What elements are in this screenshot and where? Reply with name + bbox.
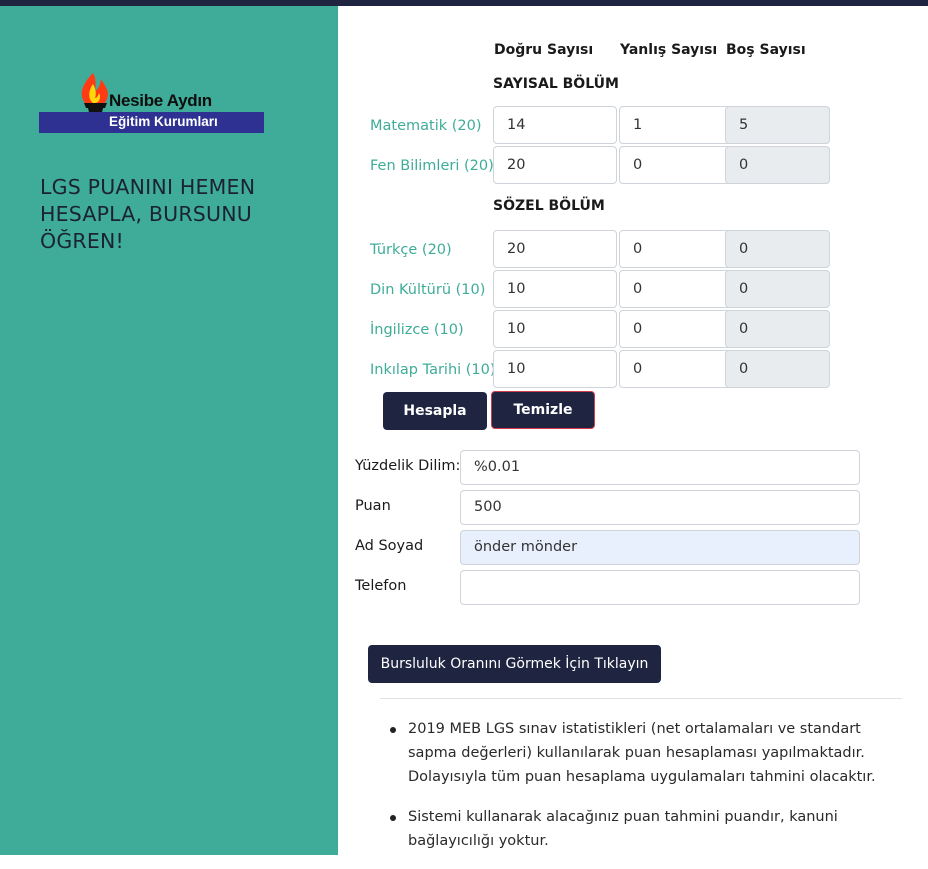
turkish-correct-input[interactable]: 20 (493, 230, 617, 268)
score-field[interactable]: 500 (460, 490, 860, 525)
phone-label: Telefon (355, 578, 407, 594)
row-label-turkish: Türkçe (20) (370, 242, 452, 258)
row-label-english: İngilizce (10) (370, 322, 464, 338)
clear-button[interactable]: Temizle (491, 391, 595, 429)
calculate-button[interactable]: Hesapla (383, 392, 487, 430)
percentile-field[interactable]: %0.01 (460, 450, 860, 485)
history-blank-field: 0 (725, 350, 830, 388)
brand-logo[interactable]: Nesibe Aydın Eğitim Kurumları (38, 70, 266, 136)
phone-input[interactable] (460, 570, 860, 605)
brand-subtitle: Eğitim Kurumları (109, 114, 218, 129)
brand-name: Nesibe Aydın (109, 91, 212, 110)
row-label-history: Inkılap Tarihi (10) (370, 362, 496, 378)
column-header-correct: Doğru Sayısı (494, 42, 594, 58)
fullname-label: Ad Soyad (355, 538, 424, 554)
history-correct-input[interactable]: 10 (493, 350, 617, 388)
science-correct-input[interactable]: 20 (493, 146, 617, 184)
divider (380, 698, 902, 699)
religion-blank-field: 0 (725, 270, 830, 308)
row-label-science: Fen Bilimleri (20) (370, 158, 494, 174)
column-header-wrong: Yanlış Sayısı (620, 42, 718, 58)
page-slogan: LGS PUANINI HEMEN HESAPLA, BURSUNU ÖĞREN… (40, 175, 256, 253)
science-blank-field: 0 (725, 146, 830, 184)
math-correct-input[interactable]: 14 (493, 106, 617, 144)
religion-correct-input[interactable]: 10 (493, 270, 617, 308)
row-label-math: Matematik (20) (370, 118, 482, 134)
english-blank-field: 0 (725, 310, 830, 348)
math-blank-field: 5 (725, 106, 830, 144)
row-label-religion: Din Kültürü (10) (370, 282, 486, 298)
score-label: Puan (355, 498, 391, 514)
column-header-blank: Boş Sayısı (726, 42, 806, 58)
info-notes: 2019 MEB LGS sınav istatistikleri (net o… (383, 717, 903, 869)
percentile-label: Yüzdelik Dilim: (355, 458, 461, 474)
note-item: 2019 MEB LGS sınav istatistikleri (net o… (383, 717, 903, 789)
section-title-verbal: SÖZEL BÖLÜM (493, 198, 605, 214)
note-item: Sistemi kullanarak alacağınız puan tahmi… (383, 805, 903, 853)
brand-subtitle-band: Eğitim Kurumları (39, 112, 264, 133)
english-correct-input[interactable]: 10 (493, 310, 617, 348)
scholarship-button[interactable]: Bursluluk Oranını Görmek İçin Tıklayın (368, 645, 661, 683)
section-title-numeric: SAYISAL BÖLÜM (493, 76, 619, 92)
fullname-input[interactable]: önder mönder (460, 530, 860, 565)
turkish-blank-field: 0 (725, 230, 830, 268)
